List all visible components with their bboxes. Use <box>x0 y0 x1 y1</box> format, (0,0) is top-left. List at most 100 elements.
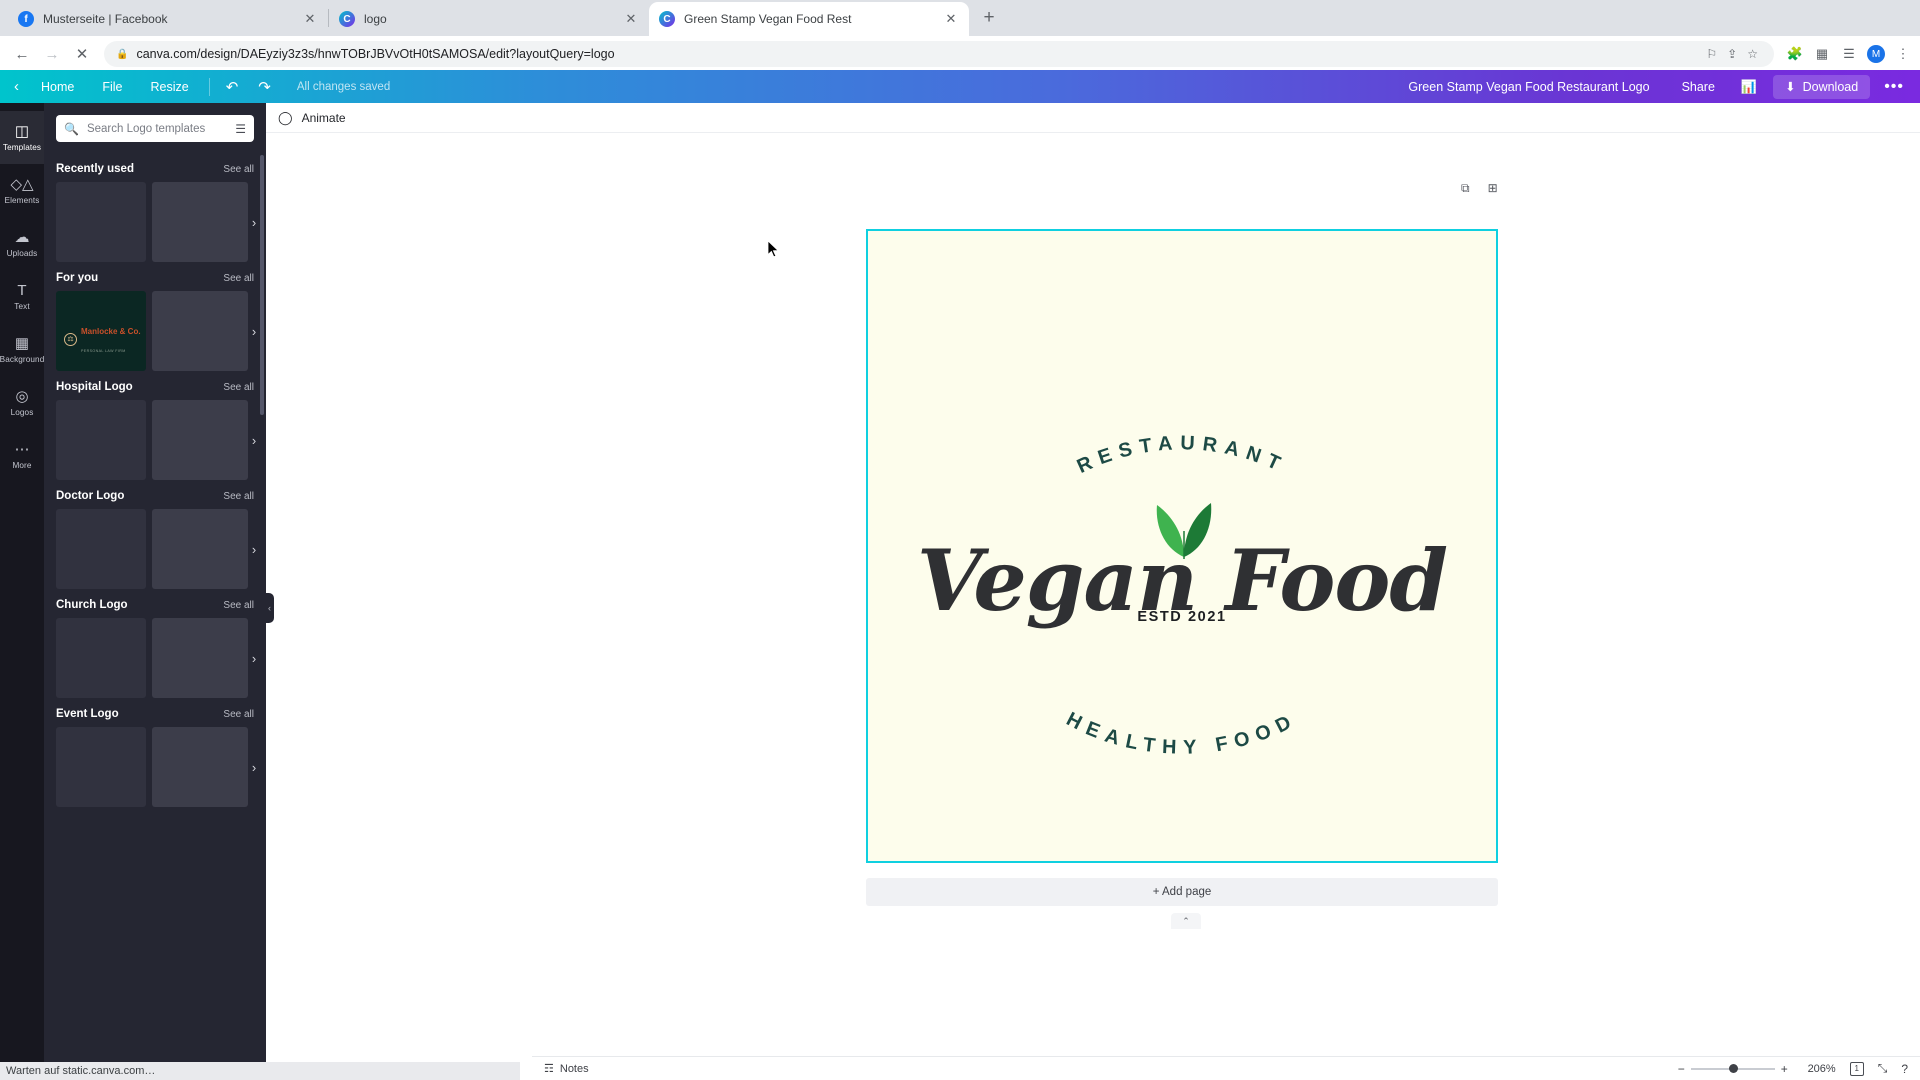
canvas-area[interactable]: ⧉ ⊞ RESTAURANT HEALTHY FOOD Vegan Food E… <box>266 133 1920 1080</box>
home-button[interactable]: Home <box>27 70 88 103</box>
sidebar-item-text[interactable]: T Text <box>0 270 44 323</box>
template-thumbnail[interactable] <box>152 291 248 371</box>
animate-icon: ◯ <box>278 109 293 125</box>
page-tools: ⧉ ⊞ <box>1461 181 1498 196</box>
list-icon[interactable]: ☰ <box>1840 46 1858 62</box>
help-icon[interactable]: ? <box>1901 1062 1908 1076</box>
template-thumbnail[interactable] <box>152 509 248 589</box>
sidebar-item-logos[interactable]: ◎ Logos <box>0 376 44 429</box>
grid-icon[interactable]: ▦ <box>1813 46 1831 62</box>
download-button[interactable]: ⬇ Download <box>1773 74 1871 99</box>
sidebar-item-uploads[interactable]: ☁ Uploads <box>0 217 44 270</box>
templates-icon: ◫ <box>14 123 30 140</box>
add-page-button[interactable]: + Add page <box>866 878 1498 906</box>
template-thumbnail[interactable] <box>56 400 146 480</box>
template-thumbnail[interactable] <box>56 509 146 589</box>
close-icon[interactable]: ✕ <box>623 11 639 27</box>
see-all-link[interactable]: See all <box>223 709 254 720</box>
more-options-icon[interactable]: ••• <box>1870 78 1910 96</box>
sidebar-item-elements[interactable]: ◇△ Elements <box>0 164 44 217</box>
filter-icon[interactable]: ☰ <box>235 122 246 136</box>
sidebar-item-label: Background <box>0 355 45 364</box>
stop-loading-button[interactable]: ✕ <box>68 40 96 68</box>
puzzle-icon[interactable]: 🧩 <box>1786 46 1804 62</box>
animate-button[interactable]: Animate <box>302 111 346 125</box>
browser-toolbar: ← → ✕ 🔒 canva.com/design/DAEyziy3z3s/hnw… <box>0 36 1920 72</box>
see-all-link[interactable]: See all <box>223 600 254 611</box>
duplicate-page-icon[interactable]: ⧉ <box>1461 181 1470 196</box>
design-artboard[interactable]: RESTAURANT HEALTHY FOOD Vegan Food ESTD … <box>866 229 1498 863</box>
panel-scrollbar[interactable] <box>260 155 264 415</box>
notes-button[interactable]: ☶ Notes <box>544 1062 589 1076</box>
translate-icon[interactable]: ⚐ <box>1706 47 1717 61</box>
see-all-link[interactable]: See all <box>223 273 254 284</box>
redo-icon[interactable]: ↷ <box>248 78 281 96</box>
template-thumbnail-featured[interactable]: ⚖ Manlocke & Co. PERSONAL LAW FIRM <box>56 291 146 371</box>
star-icon[interactable]: ☆ <box>1747 47 1758 61</box>
page-count[interactable]: 1 <box>1849 1061 1864 1076</box>
template-thumbnail[interactable] <box>56 618 146 698</box>
close-icon[interactable]: ✕ <box>943 11 959 27</box>
sidebar-item-label: Elements <box>4 196 40 205</box>
zoom-in-button[interactable]: + <box>1781 1062 1788 1076</box>
zoom-slider[interactable]: − + <box>1678 1062 1788 1076</box>
share-button[interactable]: Share <box>1668 80 1729 94</box>
template-thumbnail[interactable] <box>152 182 248 262</box>
back-button[interactable]: ← <box>8 40 36 68</box>
undo-icon[interactable]: ↶ <box>216 78 249 96</box>
template-thumbnail[interactable] <box>152 618 248 698</box>
add-page-icon[interactable]: ⊞ <box>1488 181 1498 196</box>
see-all-link[interactable]: See all <box>223 491 254 502</box>
tab-strip: f Musterseite | Facebook ✕ C logo ✕ C Gr… <box>0 0 1920 36</box>
file-menu-button[interactable]: File <box>88 70 136 103</box>
share-icon[interactable]: ⇪ <box>1727 47 1737 61</box>
canvas-editor: ◯ Animate ⧉ ⊞ RESTAURANT HEALTHY FOOD Ve… <box>266 103 1920 1080</box>
sidebar-item-templates[interactable]: ◫ Templates <box>0 111 44 164</box>
fullscreen-icon[interactable]: ⤡ <box>1878 1061 1888 1076</box>
zoom-track[interactable] <box>1690 1063 1775 1073</box>
resize-button[interactable]: Resize <box>137 70 203 103</box>
download-icon: ⬇ <box>1785 80 1796 94</box>
template-thumbnail[interactable] <box>152 400 248 480</box>
new-tab-button[interactable]: + <box>975 5 1003 33</box>
browser-tab-canva-design[interactable]: C Green Stamp Vegan Food Rest ✕ <box>649 2 969 36</box>
template-section-doctor-logo: Doctor Logo See all › <box>44 480 266 589</box>
arc-text-restaurant: RESTAURANT <box>1074 432 1291 478</box>
chevron-right-icon[interactable]: › <box>244 646 264 670</box>
chevron-left-icon[interactable]: ‹ <box>10 78 27 95</box>
zoom-knob[interactable] <box>1728 1063 1738 1073</box>
see-all-link[interactable]: See all <box>223 164 254 175</box>
sidebar-item-background[interactable]: ▦ Background <box>0 323 44 376</box>
template-section-church-logo: Church Logo See all › <box>44 589 266 698</box>
bar-chart-icon[interactable]: 📊 <box>1729 79 1769 95</box>
close-icon[interactable]: ✕ <box>302 11 318 27</box>
chevron-right-icon[interactable]: › <box>244 755 264 779</box>
search-placeholder: Search Logo templates <box>86 122 206 135</box>
zoom-out-button[interactable]: − <box>1678 1062 1685 1076</box>
address-bar[interactable]: 🔒 canva.com/design/DAEyziy3z3s/hnwTOBrJB… <box>104 41 1774 67</box>
scroll-up-button[interactable]: ⌃ <box>1171 913 1201 929</box>
template-thumbnail[interactable] <box>56 182 146 262</box>
thumbnail-brand: Manlocke & Co. <box>81 327 141 336</box>
forward-button[interactable]: → <box>38 40 66 68</box>
panel-scroll-area[interactable]: Recently used See all › For you See all <box>44 153 266 1052</box>
canva-workspace: ◫ Templates ◇△ Elements ☁ Uploads T Text… <box>0 103 1920 1080</box>
browser-tab-logo[interactable]: C logo ✕ <box>329 2 649 36</box>
browser-status-bar: Warten auf static.canva.com… <box>0 1062 520 1080</box>
browser-tab-facebook[interactable]: f Musterseite | Facebook ✕ <box>8 2 328 36</box>
chrome-menu-icon[interactable]: ⋮ <box>1894 46 1912 62</box>
design-title[interactable]: Green Stamp Vegan Food Restaurant Logo <box>1408 80 1667 94</box>
canva-app: ‹ Home File Resize ↶ ↷ All changes saved… <box>0 70 1920 1080</box>
sidebar-item-more[interactable]: ⋯ More <box>0 429 44 482</box>
canva-left-rail: ◫ Templates ◇△ Elements ☁ Uploads T Text… <box>0 103 44 1080</box>
template-thumbnail[interactable] <box>152 727 248 807</box>
template-thumbnail[interactable] <box>56 727 146 807</box>
canva-icon: C <box>659 11 675 27</box>
search-icon: 🔍 <box>64 121 79 136</box>
search-input[interactable]: 🔍 Search Logo templates ☰ <box>56 115 254 142</box>
collapse-panel-button[interactable]: ‹ <box>265 593 274 623</box>
chevron-right-icon[interactable]: › <box>244 537 264 561</box>
see-all-link[interactable]: See all <box>223 382 254 393</box>
avatar[interactable]: M <box>1867 45 1885 63</box>
chevron-right-icon[interactable]: › <box>244 428 264 452</box>
